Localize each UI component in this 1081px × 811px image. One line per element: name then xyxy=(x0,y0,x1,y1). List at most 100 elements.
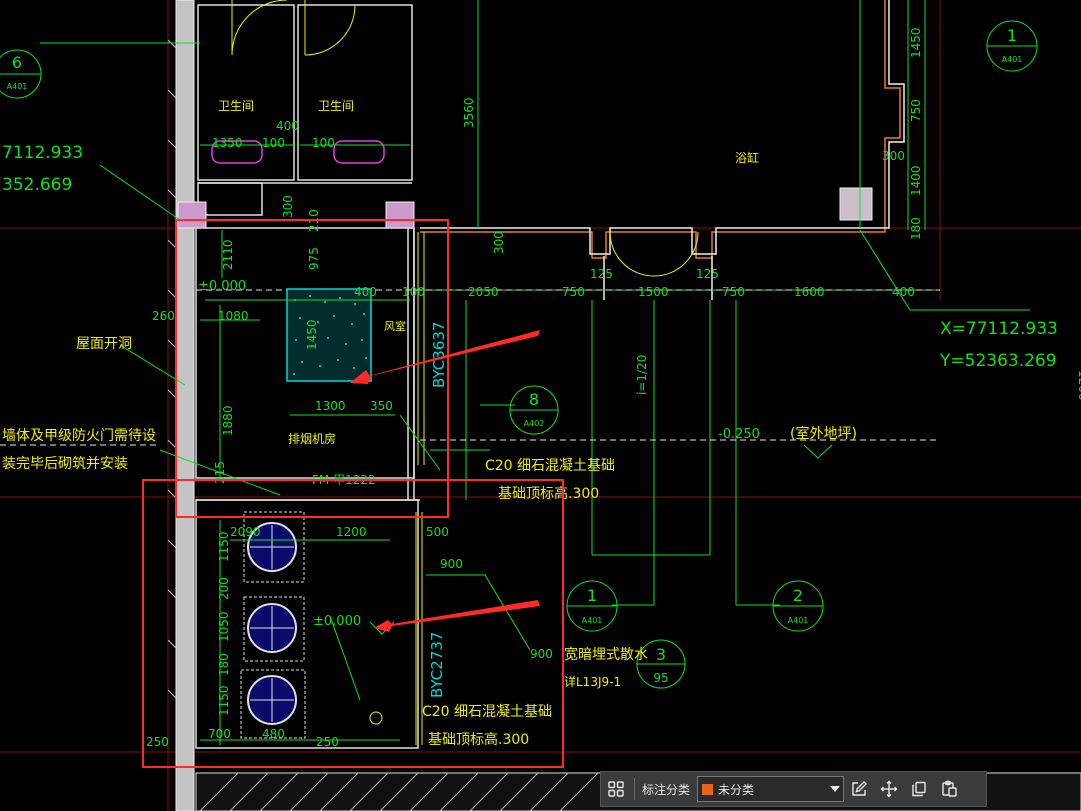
window-byc3637: BYC3637 xyxy=(430,322,448,388)
dim-700: 700 xyxy=(208,727,231,741)
axis-3-num: 3 xyxy=(656,645,666,664)
dim-2050: 2050 xyxy=(468,285,499,299)
dim-260: 260 xyxy=(152,309,175,323)
exterior-wall-white xyxy=(420,0,905,300)
axis-bubble-8: 8 A402 xyxy=(509,385,559,435)
dim-975: 975 xyxy=(307,247,321,270)
coord-top-x: 7112.933 xyxy=(2,143,83,163)
elevation-zero-b: ±0.000 xyxy=(313,614,361,629)
dim-3560: 3560 xyxy=(462,97,476,128)
exterior-wall xyxy=(175,0,195,811)
category-value: 未分类 xyxy=(718,782,755,797)
dim-480: 480 xyxy=(262,727,285,741)
dim-400-b: 400 xyxy=(354,285,377,299)
grid-icon[interactable] xyxy=(601,774,631,804)
axis-bubble-1-bottom: 1 A401 xyxy=(566,580,618,632)
cad-drawing-canvas[interactable]: 6 A401 1 A401 8 A402 1 A401 2 A401 3 95 … xyxy=(0,0,1081,811)
axis-1-bottom-num: 1 xyxy=(587,586,597,605)
dim-200: 200 xyxy=(217,577,231,600)
slope: i=1/20 xyxy=(635,355,649,395)
axis-bubble-1-top: 1 A401 xyxy=(986,20,1038,72)
dim-1200-edge: 1200 xyxy=(1076,370,1081,401)
roof-opening-hatch xyxy=(286,288,372,382)
dim-250-a: 250 xyxy=(146,735,169,749)
category-label: 标注分类 xyxy=(642,782,691,797)
note-wall-line2: 装完毕后砌筑并安装 xyxy=(2,456,128,472)
axis-2-num: 2 xyxy=(793,586,803,605)
dim-1200: 1200 xyxy=(336,525,367,539)
dim-1400-r: 1400 xyxy=(909,165,923,196)
wall-hatch xyxy=(167,39,177,699)
annotation-toolbar: 标注分类 未分类 xyxy=(600,771,987,807)
dim-1300: 1300 xyxy=(315,399,346,413)
room-bath: 浴缸 xyxy=(735,150,759,165)
outdoor-floor: (室外地坪) xyxy=(790,425,857,442)
room-smoke-exhaust: 排烟机房 xyxy=(288,431,336,446)
dim-500: 500 xyxy=(426,525,449,539)
dim-1450-r: 1450 xyxy=(909,27,923,58)
drain-ref: 详L13J9-1 xyxy=(564,674,621,689)
foundation-1-line2: 基础顶标高.300 xyxy=(498,485,599,502)
dim-1050: 1050 xyxy=(217,611,231,642)
toolbar-separator xyxy=(634,778,635,800)
dim-180: 180 xyxy=(217,653,231,676)
dim-1350: 1350 xyxy=(212,136,243,150)
dim-350: 350 xyxy=(370,399,393,413)
foundation-2-line2: 基础顶标高.300 xyxy=(428,731,529,748)
paste-icon[interactable] xyxy=(934,774,964,804)
dim-750-a: 750 xyxy=(562,285,585,299)
dim-300-r: 300 xyxy=(882,149,905,163)
dim-2110: 2110 xyxy=(221,239,235,270)
axis-6-num: 6 xyxy=(12,53,22,72)
elevation-outdoor: -0.250 xyxy=(718,427,760,442)
dim-1150-a: 1150 xyxy=(217,531,231,562)
dim-900-a: 900 xyxy=(440,557,463,571)
copy-icon[interactable] xyxy=(904,774,934,804)
dim-1500: 1500 xyxy=(638,285,669,299)
axis-bubble-6: 6 A401 xyxy=(0,49,42,99)
axis-8-sheet: A402 xyxy=(524,419,545,428)
dim-400-c: 400 xyxy=(892,285,915,299)
axis-8-num: 8 xyxy=(529,390,539,409)
dim-2090: 2090 xyxy=(230,525,261,539)
axis-3-sheet: 95 xyxy=(653,671,668,685)
drain-note: 宽暗埋式散水 xyxy=(564,646,648,663)
room-toilet-b: 卫生间 xyxy=(318,99,354,113)
coord-right-x: X=77112.933 xyxy=(940,319,1058,339)
dim-400-top: 400 xyxy=(276,119,299,133)
dim-1150-b: 1150 xyxy=(217,685,231,716)
dim-1450-a: 1450 xyxy=(305,319,319,350)
dim-300-b: 300 xyxy=(492,231,506,254)
axis-1-top-sheet: A401 xyxy=(1002,55,1023,64)
room-toilet-a: 卫生间 xyxy=(218,99,254,113)
axis-6-sheet: A401 xyxy=(7,82,28,91)
edit-icon[interactable] xyxy=(844,774,874,804)
dim-300-a: 300 xyxy=(281,195,295,218)
foundation-2-line1: C20 细石混凝土基础 xyxy=(422,703,552,720)
dim-1880: 1880 xyxy=(221,405,235,436)
note-wall-line1: 墙体及甲级防火门需待设 xyxy=(2,428,156,444)
move-icon[interactable] xyxy=(874,774,904,804)
category-color-swatch xyxy=(702,783,714,795)
category-select[interactable]: 未分类 xyxy=(697,776,845,802)
exterior-wall-outline xyxy=(420,0,901,259)
coord-right-y: Y=52363.269 xyxy=(939,351,1057,371)
coord-top-y: 352.669 xyxy=(2,175,72,195)
chevron-down-icon xyxy=(827,786,843,792)
axis-1-bottom-sheet: A401 xyxy=(582,616,603,625)
dim-100-c: 100 xyxy=(402,285,425,299)
dim-100-a: 100 xyxy=(262,136,285,150)
dim-250-b: 250 xyxy=(316,735,339,749)
dim-180-r: 180 xyxy=(909,217,923,240)
entrance-doors xyxy=(609,231,699,277)
axis-bubble-2: 2 A401 xyxy=(772,580,824,632)
roof-opening-label: 屋面开洞 xyxy=(76,336,132,352)
dim-750-r: 750 xyxy=(909,99,923,122)
axis-1-top-num: 1 xyxy=(1007,26,1017,45)
dim-900-b: 900 xyxy=(530,647,553,661)
foundation-1-line1: C20 细石混凝土基础 xyxy=(485,457,615,474)
dim-1080: 1080 xyxy=(218,309,249,323)
arrow-lower xyxy=(374,600,540,632)
window-lines xyxy=(415,232,425,745)
dim-100-b: 100 xyxy=(312,136,335,150)
